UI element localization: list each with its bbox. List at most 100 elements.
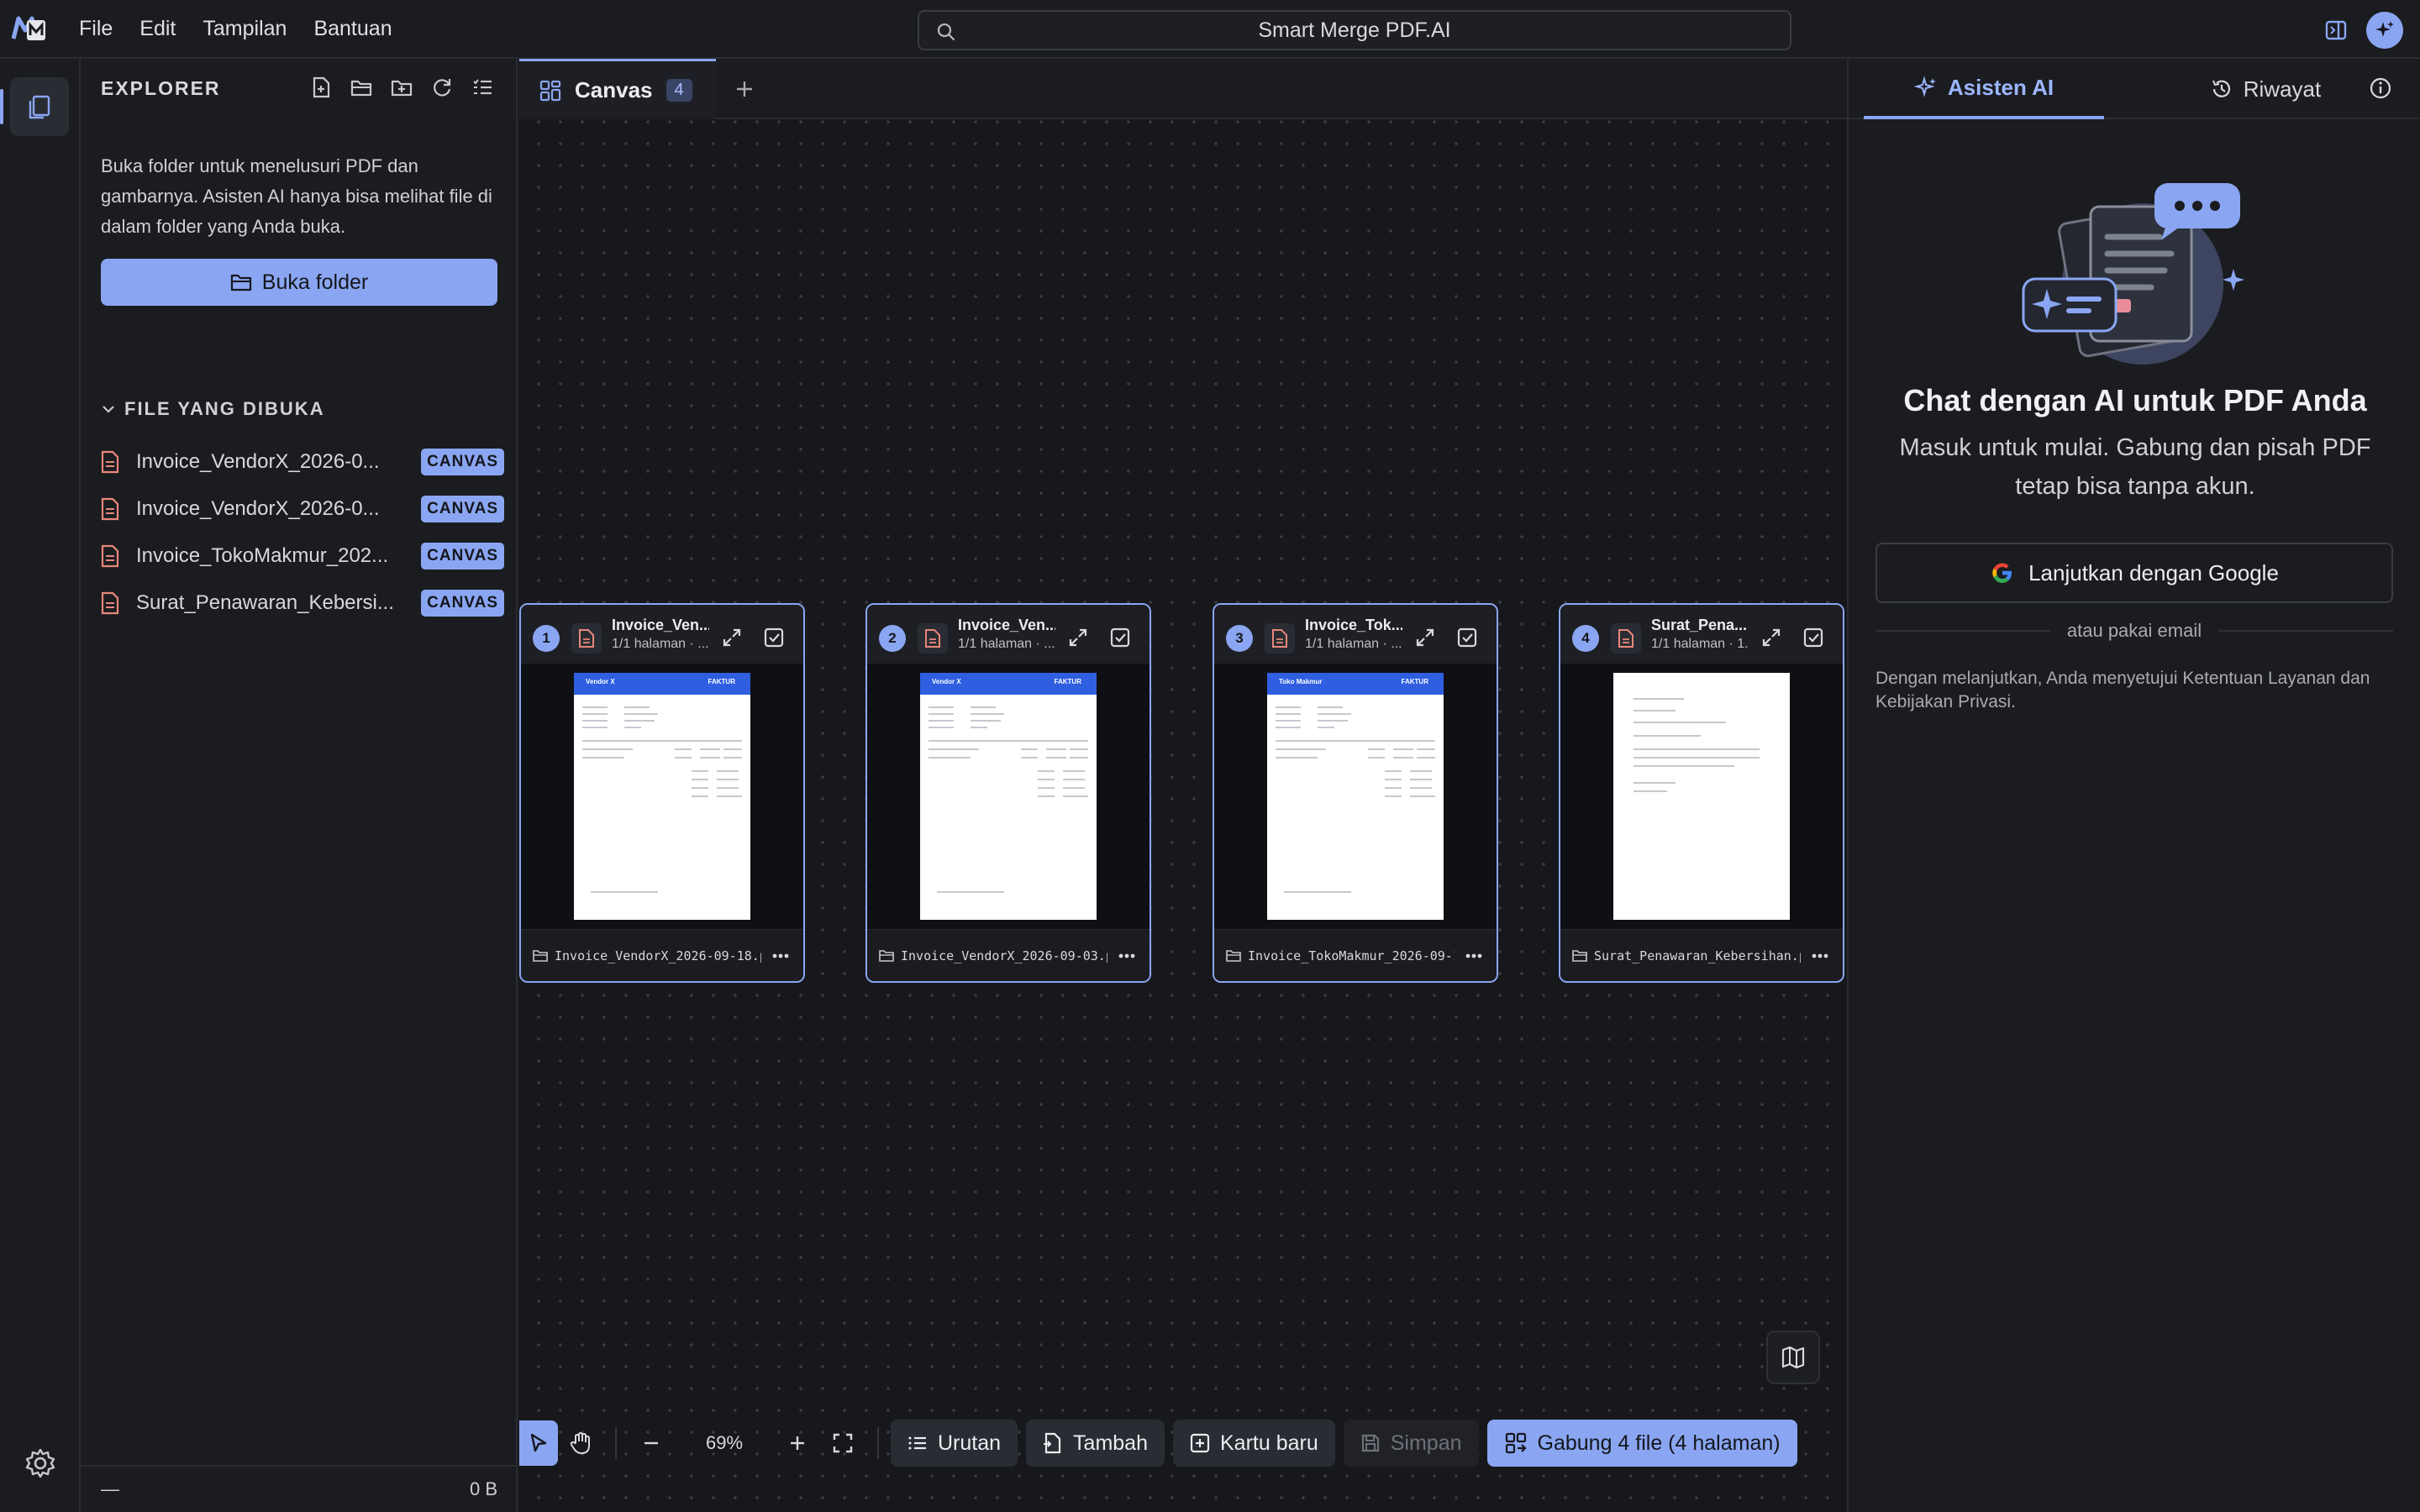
files-icon bbox=[29, 95, 50, 119]
google-logo-icon bbox=[1992, 563, 2012, 583]
page-preview[interactable] bbox=[1560, 664, 1843, 929]
history-icon bbox=[2212, 80, 2230, 97]
open-folder-icon[interactable] bbox=[348, 74, 375, 101]
select-checkbox-icon[interactable] bbox=[1456, 627, 1478, 648]
select-checkbox-icon[interactable] bbox=[1802, 627, 1824, 648]
file-list-item[interactable]: Invoice_VendorX_2026-0... CANVAS bbox=[101, 438, 504, 486]
open-folder-button[interactable]: Buka folder bbox=[101, 259, 497, 306]
right-panel-tabs: Asisten AI Riwayat bbox=[1849, 59, 2420, 119]
more-options-icon[interactable] bbox=[768, 948, 793, 964]
file-list-item[interactable]: Invoice_TokoMakmur_202... CANVAS bbox=[101, 533, 504, 580]
more-options-icon[interactable] bbox=[1461, 948, 1486, 964]
invoice-brand: Vendor X bbox=[586, 678, 615, 685]
select-tool-icon[interactable] bbox=[519, 1420, 558, 1466]
card-number: 1 bbox=[533, 625, 560, 652]
fit-screen-icon[interactable] bbox=[820, 1420, 865, 1466]
explorer-toolbar bbox=[308, 74, 496, 101]
toggle-panel-icon[interactable] bbox=[2317, 12, 2354, 49]
pdf-card[interactable]: 2 Invoice_Ven... 1/1 halaman · ... Vendo… bbox=[865, 603, 1151, 983]
section-title: FILE YANG DIBUKA bbox=[124, 398, 325, 419]
canvas-toolbar: 69% Urutan Tambah Kartu baru Simpan Gabu… bbox=[519, 1408, 1847, 1512]
ai-sparkle-button[interactable] bbox=[2366, 12, 2403, 49]
tab-history-label: Riwayat bbox=[2243, 76, 2322, 102]
order-button[interactable]: Urutan bbox=[891, 1420, 1018, 1467]
pdf-file-icon bbox=[101, 591, 123, 615]
pdf-card[interactable]: 4 Surat_Pena... 1/1 halaman · 1... Surat… bbox=[1559, 603, 1844, 983]
invoice-brand: Vendor X bbox=[932, 678, 961, 685]
search-label: Smart Merge PDF.AI bbox=[1258, 18, 1451, 42]
active-indicator bbox=[0, 89, 3, 124]
expand-icon[interactable] bbox=[721, 627, 743, 648]
canvas-badge: CANVAS bbox=[421, 590, 504, 617]
card-page-info: 1/1 halaman · ... bbox=[612, 637, 709, 651]
card-file-path: Surat_Penawaran_Kebersihan.p... bbox=[1594, 948, 1801, 963]
new-card-button[interactable]: Kartu baru bbox=[1173, 1420, 1335, 1467]
pdf-file-icon bbox=[101, 497, 123, 521]
card-footer: Invoice_VendorX_2026-09-03.p... bbox=[867, 929, 1150, 981]
file-list-item[interactable]: Invoice_VendorX_2026-0... CANVAS bbox=[101, 486, 504, 533]
canvas-badge: CANVAS bbox=[421, 496, 504, 522]
menubar: File Edit Tampilan Bantuan Smart Merge P… bbox=[0, 0, 2420, 59]
list-icon[interactable] bbox=[469, 74, 496, 101]
save-button[interactable]: Simpan bbox=[1343, 1420, 1479, 1467]
card-header: 1 Invoice_Ven... 1/1 halaman · ... bbox=[521, 605, 803, 664]
expand-icon[interactable] bbox=[1760, 627, 1782, 648]
open-files-section-header[interactable]: FILE YANG DIBUKA bbox=[101, 398, 325, 420]
page-preview[interactable]: Vendor X FAKTUR bbox=[521, 664, 803, 929]
refresh-icon[interactable] bbox=[429, 74, 455, 101]
files-activity-button[interactable] bbox=[10, 77, 69, 136]
menu-edit[interactable]: Edit bbox=[126, 10, 189, 48]
add-tab-icon[interactable] bbox=[729, 74, 760, 104]
folder-icon bbox=[879, 949, 894, 962]
merge-button[interactable]: Gabung 4 file (4 halaman) bbox=[1486, 1420, 1797, 1467]
tab-label: Canvas bbox=[575, 77, 653, 102]
pdf-file-icon bbox=[101, 450, 123, 474]
merge-icon bbox=[1505, 1432, 1527, 1454]
pdf-card[interactable]: 1 Invoice_Ven... 1/1 halaman · ... Vendo… bbox=[519, 603, 805, 983]
new-file-icon[interactable] bbox=[308, 74, 334, 101]
more-options-icon[interactable] bbox=[1807, 948, 1833, 964]
invoice-header-band: Toko Makmur FAKTUR bbox=[1267, 673, 1444, 695]
more-options-icon[interactable] bbox=[1114, 948, 1139, 964]
command-search[interactable]: Smart Merge PDF.AI bbox=[918, 10, 1791, 50]
tab-ai-assistant[interactable]: Asisten AI bbox=[1864, 59, 2104, 119]
tab-bar: Canvas 4 bbox=[519, 59, 1847, 119]
google-signin-button[interactable]: Lanjutkan dengan Google bbox=[1876, 543, 2393, 603]
card-number: 3 bbox=[1226, 625, 1253, 652]
card-page-info: 1/1 halaman · ... bbox=[1305, 637, 1402, 651]
info-icon[interactable] bbox=[2368, 76, 2395, 102]
card-footer: Invoice_TokoMakmur_2026-09-1... bbox=[1214, 929, 1497, 981]
expand-icon[interactable] bbox=[1067, 627, 1089, 648]
open-files-list: Invoice_VendorX_2026-0... CANVAS Invoice… bbox=[101, 438, 504, 627]
card-footer: Invoice_VendorX_2026-09-18.p... bbox=[521, 929, 803, 981]
canvas-area[interactable]: Canvas 4 1 Invoice_Ven... 1/1 halaman · … bbox=[519, 59, 1847, 1512]
zoom-in-icon[interactable] bbox=[775, 1420, 820, 1466]
new-folder-icon[interactable] bbox=[388, 74, 415, 101]
pdf-card[interactable]: 3 Invoice_Tok... 1/1 halaman · ... Toko … bbox=[1213, 603, 1498, 983]
plus-square-icon bbox=[1190, 1433, 1210, 1453]
menu-file[interactable]: File bbox=[66, 10, 126, 48]
page-preview[interactable]: Vendor X FAKTUR bbox=[867, 664, 1150, 929]
minimap-icon[interactable] bbox=[1766, 1331, 1820, 1384]
tab-canvas[interactable]: Canvas 4 bbox=[519, 59, 716, 119]
explorer-status-bar: — 0 B bbox=[81, 1465, 518, 1512]
settings-gear-icon[interactable] bbox=[24, 1446, 57, 1480]
pan-hand-icon[interactable] bbox=[558, 1420, 603, 1466]
pdf-file-icon bbox=[571, 623, 602, 654]
menu-view[interactable]: Tampilan bbox=[189, 10, 300, 48]
pdf-page-thumbnail: Toko Makmur FAKTUR bbox=[1267, 673, 1444, 920]
app-logo bbox=[12, 13, 49, 44]
add-file-button[interactable]: Tambah bbox=[1026, 1420, 1165, 1467]
new-card-label: Kartu baru bbox=[1220, 1431, 1318, 1455]
card-title: Invoice_Tok... bbox=[1305, 617, 1402, 633]
menu-help[interactable]: Bantuan bbox=[300, 10, 405, 48]
file-list-item[interactable]: Surat_Penawaran_Kebersi... CANVAS bbox=[101, 580, 504, 627]
file-name: Surat_Penawaran_Kebersi... bbox=[136, 591, 394, 614]
tab-history[interactable]: Riwayat bbox=[2173, 59, 2358, 119]
select-checkbox-icon[interactable] bbox=[1109, 627, 1131, 648]
select-checkbox-icon[interactable] bbox=[763, 627, 785, 648]
folder-icon bbox=[533, 949, 548, 962]
page-preview[interactable]: Toko Makmur FAKTUR bbox=[1214, 664, 1497, 929]
expand-icon[interactable] bbox=[1414, 627, 1436, 648]
zoom-out-icon[interactable] bbox=[629, 1420, 674, 1466]
